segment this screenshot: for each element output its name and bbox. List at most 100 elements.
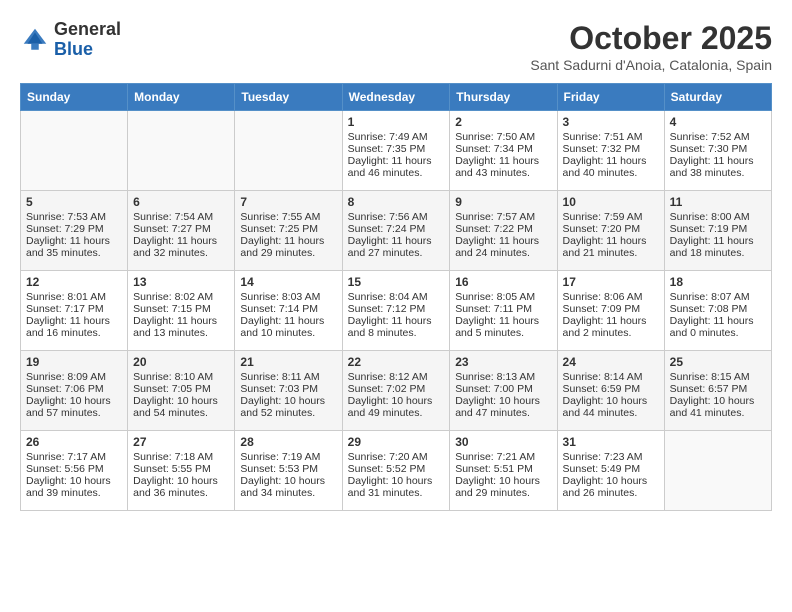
day-content: Daylight: 11 hours and 38 minutes. bbox=[670, 155, 766, 179]
calendar-cell: 3Sunrise: 7:51 AMSunset: 7:32 PMDaylight… bbox=[557, 111, 664, 191]
calendar-cell: 2Sunrise: 7:50 AMSunset: 7:34 PMDaylight… bbox=[450, 111, 557, 191]
day-number: 4 bbox=[670, 115, 766, 129]
day-content: Sunrise: 7:54 AM bbox=[133, 211, 229, 223]
day-content: Sunset: 7:32 PM bbox=[563, 143, 659, 155]
day-number: 1 bbox=[348, 115, 445, 129]
day-content: Daylight: 10 hours and 52 minutes. bbox=[240, 395, 336, 419]
day-number: 20 bbox=[133, 355, 229, 369]
day-content: Sunset: 7:09 PM bbox=[563, 303, 659, 315]
day-content: Sunrise: 8:02 AM bbox=[133, 291, 229, 303]
day-content: Sunset: 7:06 PM bbox=[26, 383, 122, 395]
day-content: Sunrise: 7:20 AM bbox=[348, 451, 445, 463]
day-content: Daylight: 11 hours and 27 minutes. bbox=[348, 235, 445, 259]
day-number: 29 bbox=[348, 435, 445, 449]
day-number: 27 bbox=[133, 435, 229, 449]
calendar-cell: 6Sunrise: 7:54 AMSunset: 7:27 PMDaylight… bbox=[128, 191, 235, 271]
day-content: Sunset: 7:20 PM bbox=[563, 223, 659, 235]
day-content: Sunrise: 8:13 AM bbox=[455, 371, 551, 383]
calendar-cell: 5Sunrise: 7:53 AMSunset: 7:29 PMDaylight… bbox=[21, 191, 128, 271]
day-content: Daylight: 11 hours and 21 minutes. bbox=[563, 235, 659, 259]
day-content: Daylight: 11 hours and 29 minutes. bbox=[240, 235, 336, 259]
day-content: Sunset: 7:19 PM bbox=[670, 223, 766, 235]
day-number: 24 bbox=[563, 355, 659, 369]
day-content: Sunrise: 8:12 AM bbox=[348, 371, 445, 383]
days-header-row: SundayMondayTuesdayWednesdayThursdayFrid… bbox=[21, 84, 772, 111]
title-area: October 2025 Sant Sadurni d'Anoia, Catal… bbox=[530, 20, 772, 73]
calendar-cell bbox=[21, 111, 128, 191]
day-content: Sunset: 7:02 PM bbox=[348, 383, 445, 395]
day-number: 16 bbox=[455, 275, 551, 289]
day-content: Daylight: 11 hours and 8 minutes. bbox=[348, 315, 445, 339]
calendar-cell bbox=[235, 111, 342, 191]
day-content: Sunrise: 8:00 AM bbox=[670, 211, 766, 223]
page-header: General Blue October 2025 Sant Sadurni d… bbox=[20, 20, 772, 73]
calendar-cell: 1Sunrise: 7:49 AMSunset: 7:35 PMDaylight… bbox=[342, 111, 450, 191]
day-content: Daylight: 10 hours and 57 minutes. bbox=[26, 395, 122, 419]
day-number: 25 bbox=[670, 355, 766, 369]
day-number: 2 bbox=[455, 115, 551, 129]
day-content: Sunset: 7:25 PM bbox=[240, 223, 336, 235]
day-header-saturday: Saturday bbox=[664, 84, 771, 111]
day-content: Sunset: 7:15 PM bbox=[133, 303, 229, 315]
day-content: Daylight: 11 hours and 24 minutes. bbox=[455, 235, 551, 259]
calendar-cell: 20Sunrise: 8:10 AMSunset: 7:05 PMDayligh… bbox=[128, 351, 235, 431]
calendar-cell: 26 Sunrise: 7:17 AMSunset: 5:56 PMDayligh… bbox=[21, 431, 128, 511]
logo-icon bbox=[20, 25, 50, 55]
calendar-cell: 12Sunrise: 8:01 AMSunset: 7:17 PMDayligh… bbox=[21, 271, 128, 351]
day-content: Sunrise: 8:03 AM bbox=[240, 291, 336, 303]
day-number: 26 bbox=[26, 435, 122, 449]
month-title: October 2025 bbox=[530, 20, 772, 57]
day-content: Sunrise: 8:11 AM bbox=[240, 371, 336, 383]
day-content: Sunrise: 8:07 AM bbox=[670, 291, 766, 303]
day-content: Sunrise: 7:49 AM bbox=[348, 131, 445, 143]
day-content: Sunrise: 7:52 AM bbox=[670, 131, 766, 143]
day-content: Daylight: 11 hours and 40 minutes. bbox=[563, 155, 659, 179]
calendar-cell: 10Sunrise: 7:59 AMSunset: 7:20 PMDayligh… bbox=[557, 191, 664, 271]
day-content: Sunrise: 7:53 AM bbox=[26, 211, 122, 223]
day-content: Sunset: 5:53 PM bbox=[240, 463, 336, 475]
day-content: Sunset: 5:49 PM bbox=[563, 463, 659, 475]
calendar-cell: 18Sunrise: 8:07 AMSunset: 7:08 PMDayligh… bbox=[664, 271, 771, 351]
subtitle: Sant Sadurni d'Anoia, Catalonia, Spain bbox=[530, 57, 772, 73]
day-content: Sunset: 7:12 PM bbox=[348, 303, 445, 315]
day-content: Daylight: 11 hours and 10 minutes. bbox=[240, 315, 336, 339]
day-content: Sunset: 6:59 PM bbox=[563, 383, 659, 395]
day-content: Sunrise: 7:50 AM bbox=[455, 131, 551, 143]
day-content: Daylight: 10 hours and 31 minutes. bbox=[348, 475, 445, 499]
day-content: Daylight: 10 hours and 47 minutes. bbox=[455, 395, 551, 419]
day-content: Sunrise: 8:05 AM bbox=[455, 291, 551, 303]
day-content: Sunrise: 7:57 AM bbox=[455, 211, 551, 223]
day-content: Sunrise: 8:10 AM bbox=[133, 371, 229, 383]
calendar-cell: 22Sunrise: 8:12 AMSunset: 7:02 PMDayligh… bbox=[342, 351, 450, 431]
day-number: 28 bbox=[240, 435, 336, 449]
day-number: 14 bbox=[240, 275, 336, 289]
day-content: Sunset: 7:24 PM bbox=[348, 223, 445, 235]
day-number: 7 bbox=[240, 195, 336, 209]
day-number: 8 bbox=[348, 195, 445, 209]
day-content: Sunrise: 8:06 AM bbox=[563, 291, 659, 303]
day-content: Daylight: 11 hours and 16 minutes. bbox=[26, 315, 122, 339]
day-number: 6 bbox=[133, 195, 229, 209]
day-number: 22 bbox=[348, 355, 445, 369]
day-content: Daylight: 11 hours and 2 minutes. bbox=[563, 315, 659, 339]
day-content: Daylight: 11 hours and 32 minutes. bbox=[133, 235, 229, 259]
day-content: Daylight: 10 hours and 39 minutes. bbox=[26, 475, 122, 499]
day-content: Daylight: 11 hours and 0 minutes. bbox=[670, 315, 766, 339]
calendar-cell: 30Sunrise: 7:21 AMSunset: 5:51 PMDayligh… bbox=[450, 431, 557, 511]
calendar-cell: 15Sunrise: 8:04 AMSunset: 7:12 PMDayligh… bbox=[342, 271, 450, 351]
calendar-cell: 28Sunrise: 7:19 AMSunset: 5:53 PMDayligh… bbox=[235, 431, 342, 511]
day-content: Daylight: 11 hours and 5 minutes. bbox=[455, 315, 551, 339]
day-content: Sunrise: 7:17 AM bbox=[26, 451, 122, 463]
calendar-cell: 9Sunrise: 7:57 AMSunset: 7:22 PMDaylight… bbox=[450, 191, 557, 271]
calendar-cell: 29Sunrise: 7:20 AMSunset: 5:52 PMDayligh… bbox=[342, 431, 450, 511]
day-content: Daylight: 11 hours and 46 minutes. bbox=[348, 155, 445, 179]
day-content: Daylight: 10 hours and 44 minutes. bbox=[563, 395, 659, 419]
day-content: Sunset: 7:14 PM bbox=[240, 303, 336, 315]
day-number: 19 bbox=[26, 355, 122, 369]
day-content: Sunset: 5:56 PM bbox=[26, 463, 122, 475]
day-content: Sunrise: 7:18 AM bbox=[133, 451, 229, 463]
day-content: Daylight: 10 hours and 41 minutes. bbox=[670, 395, 766, 419]
day-number: 30 bbox=[455, 435, 551, 449]
day-content: Sunrise: 7:23 AM bbox=[563, 451, 659, 463]
day-number: 13 bbox=[133, 275, 229, 289]
